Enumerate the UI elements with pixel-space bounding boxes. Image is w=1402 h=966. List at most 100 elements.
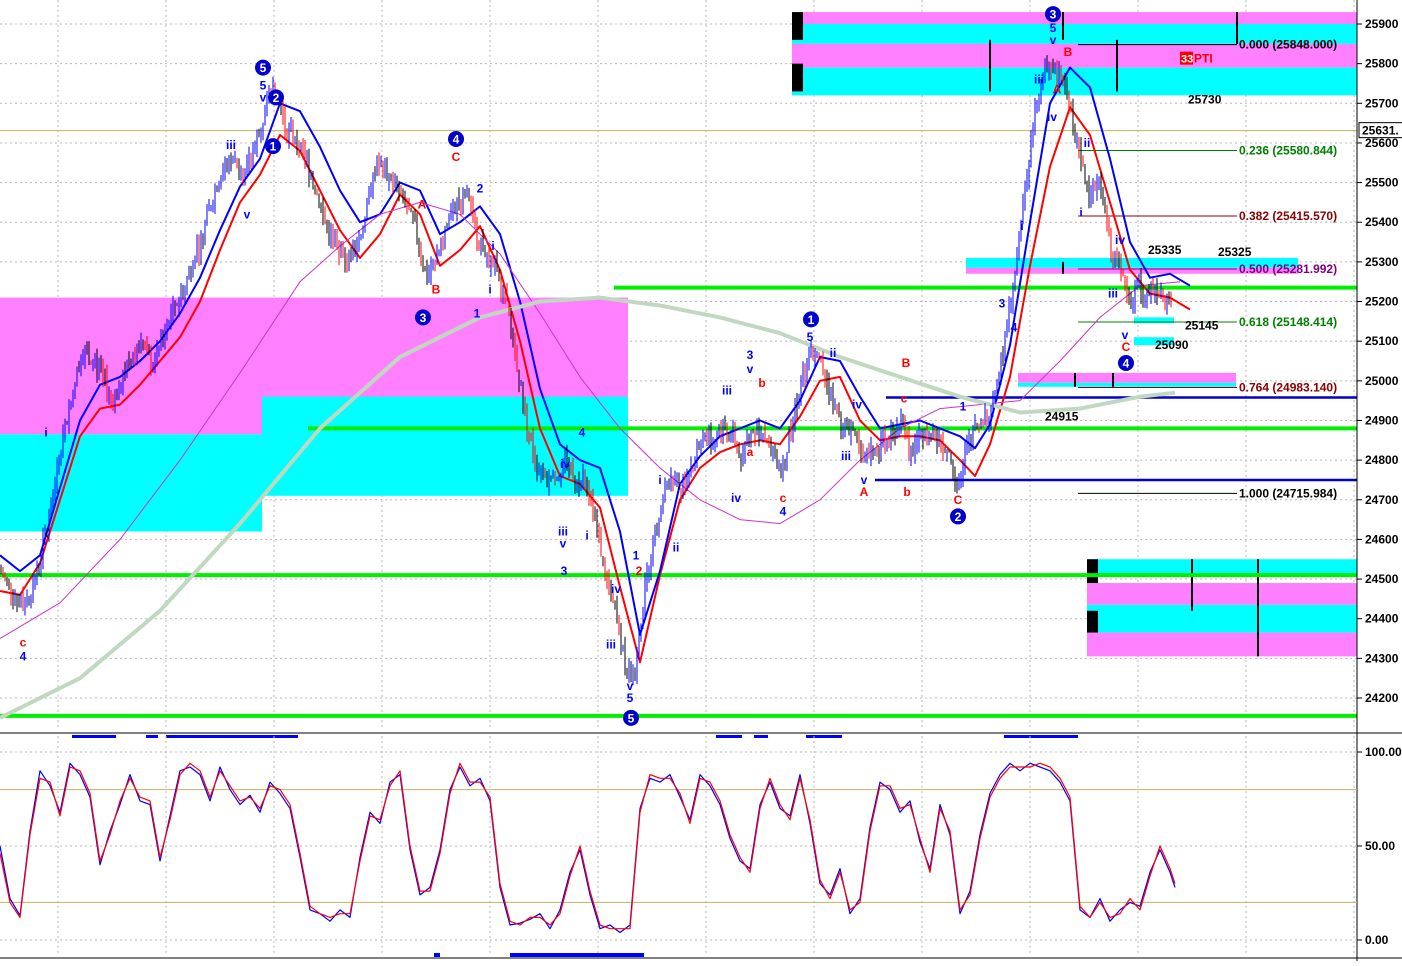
wave-label: i [488,283,491,297]
price-axis-label: 25800 [1365,57,1399,71]
chart-root: 0.000 (25848.000) 0.236 (25580.844) 0.382 … [0,0,1402,961]
wave-label: 3 [420,311,427,325]
wave-label: 3 [999,297,1006,311]
wave-label: i [1020,219,1023,233]
wave-label: a [747,445,754,459]
activity-marker [754,735,768,738]
wave-label: b [903,485,910,499]
wave-label: 4 [579,425,586,439]
activity-marker [434,953,440,957]
wave-label: 1 [960,400,967,414]
price-axis-label: 24500 [1365,572,1399,586]
wave-label: 3 [1050,8,1057,22]
fib-level-label: 0.618 (25148.414) [1239,315,1337,329]
price-axis-label: 24600 [1365,532,1399,546]
wave-label: A [418,197,427,211]
wave-label: iv [852,398,862,412]
price-axis-label: 25900 [1365,17,1399,31]
activity-marker [510,953,644,957]
wave-label: ii [673,540,680,554]
zone-marker [1087,559,1098,584]
zone-rect [1087,604,1357,633]
wave-label: 5 [627,691,634,705]
fib-level-label: 1.000 (24715.984) [1239,486,1337,500]
price-axis-label: 24700 [1365,493,1399,507]
wave-label: 4 [1123,356,1130,370]
wave-label: i [1079,205,1082,219]
fib-level-label: 0.500 (25281.992) [1239,262,1337,276]
wave-label: 1 [633,548,640,562]
activity-marker [806,735,842,738]
zone-rect [1087,559,1357,576]
zone-rect [0,434,262,532]
wave-label: iv [611,582,621,596]
wave-label: b [758,376,765,390]
wave-label: 3 [561,564,568,578]
wave-label: iii [1034,73,1044,87]
wave-label: i [658,473,661,487]
wave-label: iv [560,457,570,471]
osc-axis-label: 50.00 [1365,839,1395,853]
wave-label: c [20,635,27,649]
wave-label: 4 [20,649,27,663]
zone-rect [1018,372,1236,383]
osc-axis-label: 100.00 [1365,745,1402,759]
price-axis-label: 25700 [1365,96,1399,110]
wave-label: C [1122,340,1131,354]
wave-label: C [954,493,963,507]
fib-level-label: 0.236 (25580.844) [1239,144,1337,158]
fib-level-label: 0.382 (25415.570) [1239,209,1337,223]
price-axis-label: 25200 [1365,295,1399,309]
wave-label: 3 [747,348,754,362]
price-axis-label: 24400 [1365,612,1399,626]
zone-rect [1018,382,1236,387]
price-axis-label: 24800 [1365,453,1399,467]
price-axis-label: 24900 [1365,413,1399,427]
zone-marker [792,63,803,92]
price-axis-label: 25500 [1365,176,1399,190]
wave-label: v [260,90,267,104]
price-label: 25335 [1148,243,1182,257]
activity-marker [716,735,742,738]
wave-label: B [1064,45,1073,59]
wave-label: 5 [260,61,267,75]
zone-rect [1087,632,1357,657]
price-axis-label: 25000 [1365,374,1399,388]
zone-rect [1087,583,1357,605]
zone-rect [792,12,1357,24]
wave-label: iii [606,637,616,651]
wave-label: v [747,362,754,376]
price-label: 25145 [1185,318,1219,332]
wave-label: B [902,356,911,370]
wave-label: v [244,207,251,221]
wave-label: 2 [955,510,962,524]
wave-label: v [1050,33,1057,47]
wave-label: i [44,425,47,439]
fib-level-label: 0.764 (24983.140) [1239,381,1337,395]
wave-label: i [491,239,494,253]
wave-label: 1 [270,140,277,154]
price-label: 25090 [1155,338,1189,352]
zone-marker [1087,610,1098,633]
wave-label: B [432,283,441,297]
wave-label: c [780,491,787,505]
price-axis-label: 24200 [1365,691,1399,705]
price-label: 25325 [1218,245,1252,259]
wave-label: 1 [808,313,815,327]
wave-label: C [452,150,461,164]
wave-label: iii [841,449,851,463]
wave-label: 2 [273,91,280,105]
activity-marker [72,735,116,738]
wave-label: iii [1108,287,1118,301]
wave-label: iii [226,138,236,152]
wave-label: iv [731,491,741,505]
wave-label: iv [1115,233,1125,247]
chart-svg: 0.000 (25848.000) 0.236 (25580.844) 0.382 … [0,0,1402,961]
price-axis-label: 25100 [1365,334,1399,348]
tag-suffix: PTI [1194,52,1213,66]
wave-label: 1 [474,306,481,320]
wave-label: 2 [477,182,484,196]
wave-label: i [585,528,588,542]
wave-label: A [1053,82,1062,96]
osc-axis-label: 0.00 [1365,933,1389,947]
